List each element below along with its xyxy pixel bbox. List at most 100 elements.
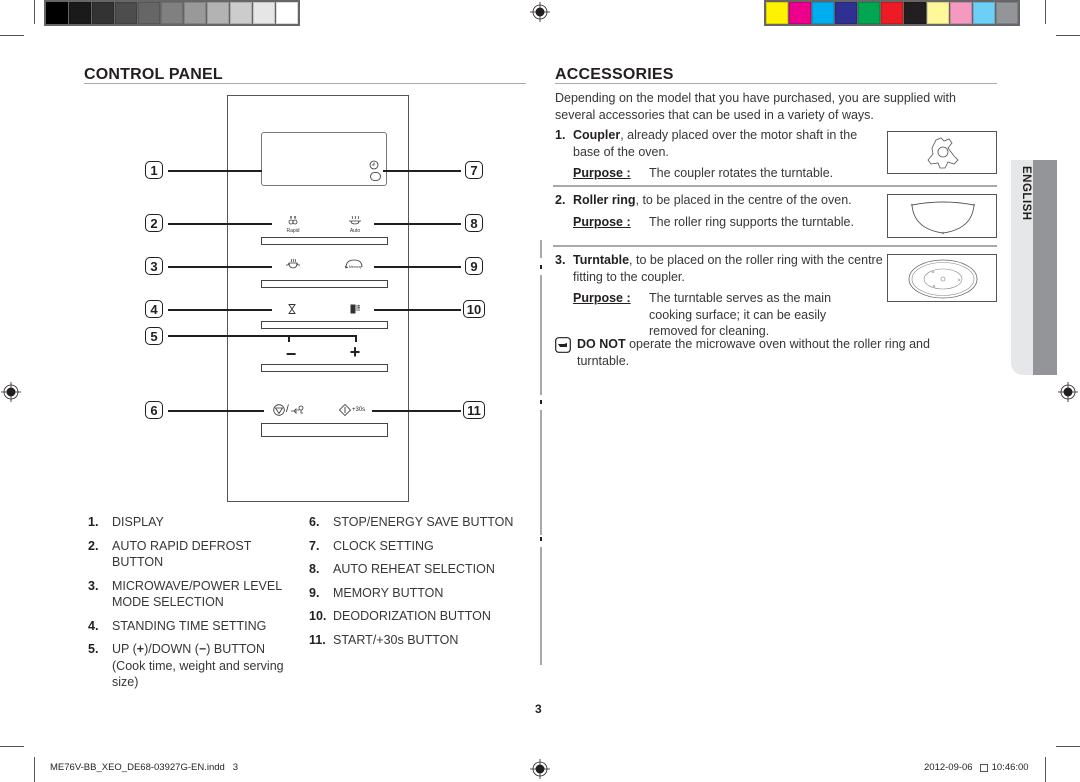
clock-icon: [369, 160, 379, 170]
color-swatch: [927, 2, 949, 24]
language-tab-bar: [1033, 160, 1057, 375]
color-swatch: [92, 2, 114, 24]
accessories-title: ACCESSORIES: [555, 66, 674, 83]
legend-item: 11. START/+30s BUTTON: [309, 632, 459, 647]
callout-10: 10: [463, 300, 485, 318]
color-swatch: [253, 2, 275, 24]
leader-tick: [355, 335, 357, 342]
slug-filename: ME76V-BB_XEO_DE68-03927G-EN.indd 3: [50, 762, 238, 773]
slug-date: 2012-09-06: [924, 762, 973, 773]
accessory-separator: [553, 185, 997, 187]
start-30s-button[interactable]: +30s: [339, 404, 373, 416]
column-divider: [540, 240, 542, 258]
deodorization-button[interactable]: [349, 304, 361, 317]
roller-ring-icon: [910, 201, 976, 235]
down-button[interactable]: −: [283, 345, 299, 363]
legend-item: 3. MICROWAVE/POWER LEVEL MODE SELECTION: [88, 578, 282, 610]
callout-9: 9: [465, 257, 483, 275]
svg-text:Memory: Memory: [349, 265, 362, 269]
stop-separator: /: [286, 404, 289, 415]
purpose-label: Purpose :: [573, 166, 631, 180]
legend-right: 6. STOP/ENERGY SAVE BUTTON 7. CLOCK SETTIN…: [309, 514, 529, 655]
defrost-icon: [288, 216, 298, 225]
energy-save-icon: [290, 405, 304, 414]
row-3-button-bar[interactable]: [261, 321, 388, 329]
slug-datetime: 2012-09-06 10:46:00: [924, 762, 1029, 773]
color-swatch: [69, 2, 91, 24]
color-swatch: [115, 2, 137, 24]
roller-ring-image: [887, 194, 997, 238]
color-swatch: [789, 2, 811, 24]
legend-item: 10. DEODORIZATION BUTTON: [309, 609, 491, 623]
color-swatch: [973, 2, 995, 24]
leader-line: [168, 266, 272, 268]
crop-mark: [1056, 35, 1080, 36]
accessory-item-coupler: 1. Coupler, already placed over the motor…: [555, 128, 858, 180]
start-icon: [339, 404, 351, 416]
leader-line: [168, 335, 356, 337]
column-divider: [540, 547, 542, 665]
auto-label: Auto: [349, 228, 361, 234]
registration-mark-icon: [530, 2, 550, 22]
reheat-icon: [349, 215, 361, 225]
callout-4: 4: [145, 300, 163, 318]
glyph-box-icon: [979, 763, 988, 772]
leader-line: [383, 170, 461, 172]
stop-energy-save-button[interactable]: /: [273, 404, 317, 416]
language-tab-label: ENGLISH: [1020, 166, 1032, 221]
color-swatch: [858, 2, 880, 24]
accessories-intro: Depending on the model that you have pur…: [555, 91, 956, 122]
process-color-bar: [764, 0, 1020, 26]
control-panel-title-rule: [84, 83, 526, 84]
clock-button[interactable]: [370, 172, 381, 181]
legend-item: 8. AUTO REHEAT SELECTION: [309, 562, 495, 576]
start-stop-button-bar[interactable]: [261, 423, 388, 437]
row-2-button-bar[interactable]: [261, 280, 388, 288]
callout-2: 2: [145, 214, 163, 232]
callout-3: 3: [145, 257, 163, 275]
crop-mark: [34, 757, 35, 782]
legend-item: 5. UP (+)/DOWN (−) BUTTON (Cook time, wei…: [88, 642, 284, 689]
legend-left: 1. DISPLAY 2. AUTO RAPID DEFROST BUTTON 3.…: [88, 514, 293, 698]
callout-11: 11: [463, 401, 485, 419]
warning-note: DO NOT operate the microwave oven withou…: [555, 336, 965, 369]
turntable-icon: [908, 259, 978, 299]
stop-icon: [273, 404, 285, 416]
hourglass-icon: [288, 304, 296, 314]
callout-8: 8: [465, 214, 483, 232]
crop-mark: [0, 35, 24, 36]
color-swatch: [904, 2, 926, 24]
turntable-image: [887, 254, 997, 302]
row-1-button-bar[interactable]: [261, 237, 388, 245]
color-swatch: [812, 2, 834, 24]
leader-line: [168, 170, 262, 172]
microwave-power-button[interactable]: [283, 258, 303, 272]
callout-1: 1: [145, 161, 163, 179]
leader-line: [168, 410, 264, 412]
pointing-hand-note-icon: [555, 337, 571, 353]
crop-mark: [34, 0, 35, 24]
accessory-item-roller-ring: 2. Roller ring, to be placed in the centr…: [555, 193, 854, 229]
registration-mark-icon: [1058, 382, 1078, 402]
purpose-label: Purpose :: [573, 214, 631, 229]
grayscale-color-bar: [44, 0, 300, 26]
memory-button[interactable]: Memory: [343, 259, 365, 272]
column-divider: [540, 275, 542, 395]
color-swatch: [276, 2, 298, 24]
leader-line: [374, 309, 461, 311]
row-4-button-bar[interactable]: [261, 364, 388, 372]
color-swatch: [207, 2, 229, 24]
auto-reheat-button[interactable]: Auto: [344, 215, 366, 234]
standing-time-button[interactable]: [287, 304, 297, 317]
up-button[interactable]: +: [347, 343, 363, 361]
leader-line: [374, 223, 461, 225]
leader-line: [168, 223, 272, 225]
display-window: [261, 132, 387, 186]
rapid-label: Rapid: [286, 228, 300, 234]
crop-mark: [1045, 757, 1046, 782]
column-divider: [540, 410, 542, 535]
accessory-separator: [553, 245, 997, 247]
rapid-defrost-button[interactable]: Rapid: [282, 216, 304, 234]
crop-mark: [1056, 746, 1080, 747]
color-swatch: [950, 2, 972, 24]
